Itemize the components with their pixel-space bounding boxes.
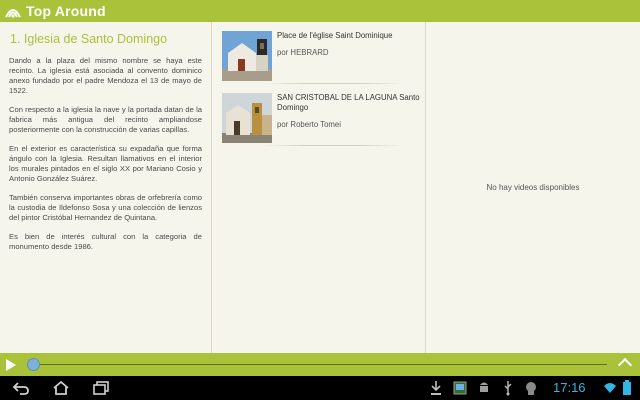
- battery-icon: [623, 380, 631, 395]
- photos-panel: Place de l'église Saint Dominique por HE…: [212, 22, 426, 353]
- home-icon[interactable]: [52, 380, 70, 396]
- videos-panel: No hay videos disponibles: [426, 22, 640, 353]
- play-icon[interactable]: [6, 359, 16, 371]
- download-icon: [431, 381, 441, 395]
- photo-item[interactable]: Place de l'église Saint Dominique por HE…: [212, 22, 425, 84]
- article-panel: 1. Iglesia de Santo Domingo Dando a la p…: [0, 22, 212, 353]
- main-content: 1. Iglesia de Santo Domingo Dando a la p…: [0, 22, 640, 353]
- status-clock: 17:16: [553, 380, 586, 395]
- audio-player: [0, 353, 640, 376]
- article-paragraph: Es bien de interés cultural con la categ…: [9, 232, 202, 251]
- photo-meta: SAN CRISTOBAL DE LA LAGUNA Santo Domingo…: [277, 93, 425, 146]
- back-icon[interactable]: [12, 380, 30, 396]
- chevron-up-icon[interactable]: [617, 357, 633, 373]
- article-paragraph: Dando a la plaza del mismo nombre se hay…: [9, 56, 202, 95]
- article-title: 1. Iglesia de Santo Domingo: [10, 32, 168, 46]
- no-videos-message: No hay videos disponibles: [486, 183, 580, 192]
- notification-icon: [526, 382, 536, 395]
- photo-item[interactable]: SAN CRISTOBAL DE LA LAGUNA Santo Domingo…: [212, 84, 425, 146]
- photo-meta: Place de l'église Saint Dominique por HE…: [277, 31, 392, 84]
- article-paragraph: También conserva importantes obras de or…: [9, 193, 202, 222]
- progress-track[interactable]: [33, 364, 607, 365]
- photo-thumbnail[interactable]: [222, 31, 272, 81]
- usb-icon: [504, 381, 512, 396]
- photo-author: por HEBRARD: [277, 48, 329, 57]
- recent-apps-icon[interactable]: [92, 380, 110, 396]
- app-header: Top Around: [0, 0, 640, 22]
- article-paragraph: En el exterior es característica su expa…: [9, 144, 202, 183]
- photo-author: por Roberto Tomei: [277, 120, 341, 129]
- wifi-icon: [604, 383, 616, 393]
- photo-title[interactable]: SAN CRISTOBAL DE LA LAGUNA Santo Domingo: [277, 93, 425, 113]
- system-navigation-bar: 17:16: [0, 376, 640, 400]
- photo-thumbnail[interactable]: [222, 93, 272, 143]
- article-paragraph: Con respecto a la iglesia la nave y la p…: [9, 105, 202, 134]
- app-title: Top Around: [26, 3, 106, 19]
- photo-title[interactable]: Place de l'église Saint Dominique: [277, 31, 392, 41]
- gallery-icon: [453, 381, 467, 395]
- progress-knob[interactable]: [28, 359, 39, 370]
- app-logo-icon[interactable]: [0, 0, 26, 22]
- android-icon: [480, 382, 488, 392]
